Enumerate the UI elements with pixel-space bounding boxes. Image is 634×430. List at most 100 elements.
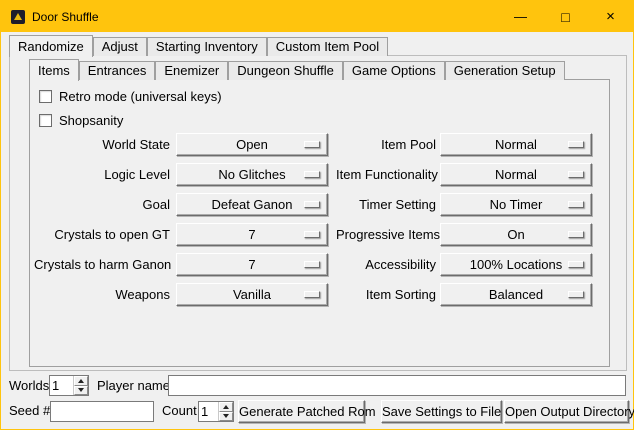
accessibility-label: Accessibility: [336, 253, 436, 276]
settings-row: Weapons Vanilla Item Sorting Balanced: [30, 283, 609, 306]
logic-level-dropdown[interactable]: No Glitches: [176, 163, 328, 186]
dropdown-indicator-icon: [304, 291, 320, 298]
arrow-down-icon: [223, 414, 229, 418]
player-names-input[interactable]: [168, 375, 626, 396]
dropdown-indicator-icon: [304, 261, 320, 268]
outer-tab-bar: Randomize Adjust Starting Inventory Cust…: [9, 34, 388, 56]
settings-row: Crystals to open GT 7 Progressive Items …: [30, 223, 609, 246]
crystals-harm-ganon-label: Crystals to harm Ganon: [34, 253, 170, 276]
accessibility-dropdown[interactable]: 100% Locations: [440, 253, 592, 276]
spin-down-button[interactable]: [219, 412, 233, 422]
tab-randomize[interactable]: Randomize: [9, 35, 93, 57]
worlds-input[interactable]: [50, 376, 73, 395]
item-pool-label: Item Pool: [336, 133, 436, 156]
weapons-dropdown[interactable]: Vanilla: [176, 283, 328, 306]
player-names-label: Player names: [97, 375, 176, 396]
settings-row: Logic Level No Glitches Item Functionali…: [30, 163, 609, 186]
minimize-button[interactable]: —: [498, 1, 543, 32]
crystals-open-gt-dropdown[interactable]: 7: [176, 223, 328, 246]
arrow-up-icon: [78, 379, 84, 383]
tab-game-options[interactable]: Game Options: [343, 61, 445, 80]
dropdown-indicator-icon: [304, 231, 320, 238]
progressive-items-label: Progressive Items: [336, 223, 436, 246]
crystals-open-gt-value: 7: [248, 227, 255, 242]
timer-setting-dropdown[interactable]: No Timer: [440, 193, 592, 216]
maximize-button[interactable]: □: [543, 1, 588, 32]
dropdown-indicator-icon: [568, 231, 584, 238]
dropdown-indicator-icon: [568, 171, 584, 178]
tab-custom-item-pool[interactable]: Custom Item Pool: [267, 37, 388, 56]
generate-patched-rom-button[interactable]: Generate Patched Rom: [238, 400, 365, 423]
seed-row: Seed # Count Generate Patched Rom Save S…: [1, 400, 633, 423]
goal-value: Defeat Ganon: [212, 197, 293, 212]
goal-label: Goal: [34, 193, 170, 216]
dropdown-indicator-icon: [568, 201, 584, 208]
window-title: Door Shuffle: [32, 10, 99, 24]
count-input[interactable]: [199, 402, 218, 421]
weapons-value: Vanilla: [233, 287, 271, 302]
tab-entrances[interactable]: Entrances: [79, 61, 156, 80]
inner-tab-bar: Items Entrances Enemizer Dungeon Shuffle…: [29, 58, 565, 80]
close-icon: ×: [606, 8, 615, 25]
tab-adjust[interactable]: Adjust: [93, 37, 147, 56]
settings-row: Goal Defeat Ganon Timer Setting No Timer: [30, 193, 609, 216]
tab-generation-setup[interactable]: Generation Setup: [445, 61, 565, 80]
progressive-items-dropdown[interactable]: On: [440, 223, 592, 246]
world-state-dropdown[interactable]: Open: [176, 133, 328, 156]
save-settings-button[interactable]: Save Settings to File: [381, 400, 502, 423]
item-functionality-dropdown[interactable]: Normal: [440, 163, 592, 186]
dropdown-indicator-icon: [568, 261, 584, 268]
app-icon: [10, 9, 26, 25]
item-sorting-value: Balanced: [489, 287, 543, 302]
settings-row: Crystals to harm Ganon 7 Accessibility 1…: [30, 253, 609, 276]
shopsanity-label: Shopsanity: [59, 113, 123, 128]
dropdown-indicator-icon: [304, 171, 320, 178]
retro-mode-label: Retro mode (universal keys): [59, 89, 222, 104]
items-panel: Retro mode (universal keys) Shopsanity W…: [29, 79, 610, 367]
item-pool-value: Normal: [495, 137, 537, 152]
shopsanity-checkbox[interactable]: [39, 114, 52, 127]
client-area: Randomize Adjust Starting Inventory Cust…: [1, 32, 633, 429]
logic-level-value: No Glitches: [218, 167, 285, 182]
world-state-value: Open: [236, 137, 268, 152]
spin-up-button[interactable]: [74, 376, 88, 386]
tab-items[interactable]: Items: [29, 59, 79, 81]
settings-row: World State Open Item Pool Normal: [30, 133, 609, 156]
door-shuffle-window: Door Shuffle — □ × Randomize Adjust Star…: [0, 0, 634, 430]
open-output-directory-button[interactable]: Open Output Directory: [504, 400, 629, 423]
tab-starting-inventory[interactable]: Starting Inventory: [147, 37, 267, 56]
world-state-label: World State: [34, 133, 170, 156]
seed-label: Seed #: [9, 400, 50, 421]
tab-dungeon-shuffle[interactable]: Dungeon Shuffle: [228, 61, 343, 80]
retro-mode-checkbox[interactable]: [39, 90, 52, 103]
close-button[interactable]: ×: [588, 1, 633, 32]
crystals-open-gt-label: Crystals to open GT: [34, 223, 170, 246]
dropdown-indicator-icon: [304, 141, 320, 148]
tab-enemizer[interactable]: Enemizer: [155, 61, 228, 80]
timer-setting-label: Timer Setting: [336, 193, 436, 216]
maximize-icon: □: [561, 9, 569, 25]
spin-up-button[interactable]: [219, 402, 233, 412]
crystals-harm-ganon-dropdown[interactable]: 7: [176, 253, 328, 276]
goal-dropdown[interactable]: Defeat Ganon: [176, 193, 328, 216]
arrow-up-icon: [223, 405, 229, 409]
randomize-panel: Items Entrances Enemizer Dungeon Shuffle…: [9, 55, 627, 371]
shopsanity-checkbox-row: Shopsanity: [39, 111, 123, 129]
crystals-harm-ganon-value: 7: [248, 257, 255, 272]
count-spinner-buttons: [218, 402, 233, 421]
logic-level-label: Logic Level: [34, 163, 170, 186]
timer-setting-value: No Timer: [490, 197, 543, 212]
progressive-items-value: On: [507, 227, 524, 242]
dropdown-indicator-icon: [568, 141, 584, 148]
retro-mode-checkbox-row: Retro mode (universal keys): [39, 87, 222, 105]
item-functionality-value: Normal: [495, 167, 537, 182]
worlds-label: Worlds: [9, 375, 49, 396]
item-sorting-label: Item Sorting: [336, 283, 436, 306]
item-pool-dropdown[interactable]: Normal: [440, 133, 592, 156]
count-label: Count: [162, 400, 197, 421]
seed-input[interactable]: [50, 401, 154, 422]
spin-down-button[interactable]: [74, 386, 88, 396]
dropdown-indicator-icon: [304, 201, 320, 208]
worlds-row: Worlds Player names: [1, 375, 633, 396]
item-sorting-dropdown[interactable]: Balanced: [440, 283, 592, 306]
